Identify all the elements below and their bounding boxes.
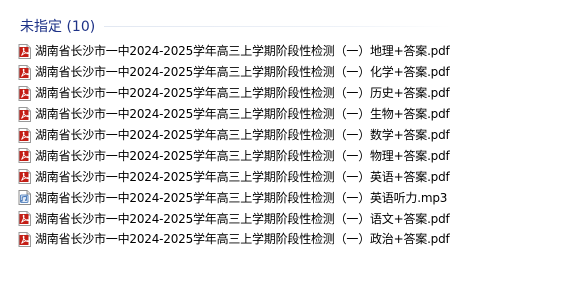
- file-name: 湖南省长沙市一中2024-2025学年高三上学期阶段性检测（一）化学+答案.pd…: [35, 65, 450, 80]
- pdf-icon: [18, 169, 31, 185]
- file-row[interactable]: 湖南省长沙市一中2024-2025学年高三上学期阶段性检测（一）生物+答案.pd…: [18, 104, 478, 125]
- pdf-icon: [18, 106, 31, 122]
- file-row[interactable]: 湖南省长沙市一中2024-2025学年高三上学期阶段性检测（一）历史+答案.pd…: [18, 83, 478, 104]
- group-divider: [104, 26, 452, 27]
- file-row[interactable]: 湖南省长沙市一中2024-2025学年高三上学期阶段性检测（一）语文+答案.pd…: [18, 208, 478, 229]
- pdf-icon: [18, 231, 31, 247]
- pdf-icon: [18, 43, 31, 59]
- file-name: 湖南省长沙市一中2024-2025学年高三上学期阶段性检测（一）生物+答案.pd…: [35, 107, 450, 122]
- file-row[interactable]: 湖南省长沙市一中2024-2025学年高三上学期阶段性检测（一）化学+答案.pd…: [18, 62, 478, 83]
- file-row[interactable]: 湖南省长沙市一中2024-2025学年高三上学期阶段性检测（一）地理+答案.pd…: [18, 41, 478, 62]
- pdf-icon: [18, 127, 31, 143]
- file-name: 湖南省长沙市一中2024-2025学年高三上学期阶段性检测（一）数学+答案.pd…: [35, 128, 450, 142]
- file-name: 湖南省长沙市一中2024-2025学年高三上学期阶段性检测（一）英语+答案.pd…: [35, 169, 450, 184]
- file-name: 湖南省长沙市一中2024-2025学年高三上学期阶段性检测（一）地理+答案.pd…: [35, 44, 450, 59]
- file-row[interactable]: 湖南省长沙市一中2024-2025学年高三上学期阶段性检测（一）政治+答案.pd…: [18, 229, 478, 250]
- file-name: 湖南省长沙市一中2024-2025学年高三上学期阶段性检测（一）语文+答案.pd…: [35, 211, 450, 226]
- file-row[interactable]: 湖南省长沙市一中2024-2025学年高三上学期阶段性检测（一）英语听力.mp3: [18, 187, 478, 208]
- file-name: 湖南省长沙市一中2024-2025学年高三上学期阶段性检测（一）政治+答案.pd…: [35, 232, 450, 247]
- file-row[interactable]: 湖南省长沙市一中2024-2025学年高三上学期阶段性检测（一）数学+答案.pd…: [18, 125, 478, 146]
- pdf-icon: [18, 211, 31, 227]
- file-list: 湖南省长沙市一中2024-2025学年高三上学期阶段性检测（一）地理+答案.pd…: [18, 41, 478, 250]
- group-header[interactable]: 未指定 (10): [20, 14, 95, 40]
- group-title: 未指定 (10): [20, 19, 96, 35]
- audio-file-icon: [18, 190, 31, 206]
- file-row[interactable]: 湖南省长沙市一中2024-2025学年高三上学期阶段性检测（一）英语+答案.pd…: [18, 166, 478, 187]
- file-name: 湖南省长沙市一中2024-2025学年高三上学期阶段性检测（一）英语听力.mp3: [35, 190, 448, 205]
- file-name: 湖南省长沙市一中2024-2025学年高三上学期阶段性检测（一）物理+答案.pd…: [35, 148, 450, 163]
- pdf-icon: [18, 85, 31, 101]
- file-row[interactable]: 湖南省长沙市一中2024-2025学年高三上学期阶段性检测（一）物理+答案.pd…: [18, 145, 478, 166]
- pdf-icon: [18, 64, 31, 80]
- pdf-icon: [18, 148, 31, 164]
- file-name: 湖南省长沙市一中2024-2025学年高三上学期阶段性检测（一）历史+答案.pd…: [35, 86, 450, 101]
